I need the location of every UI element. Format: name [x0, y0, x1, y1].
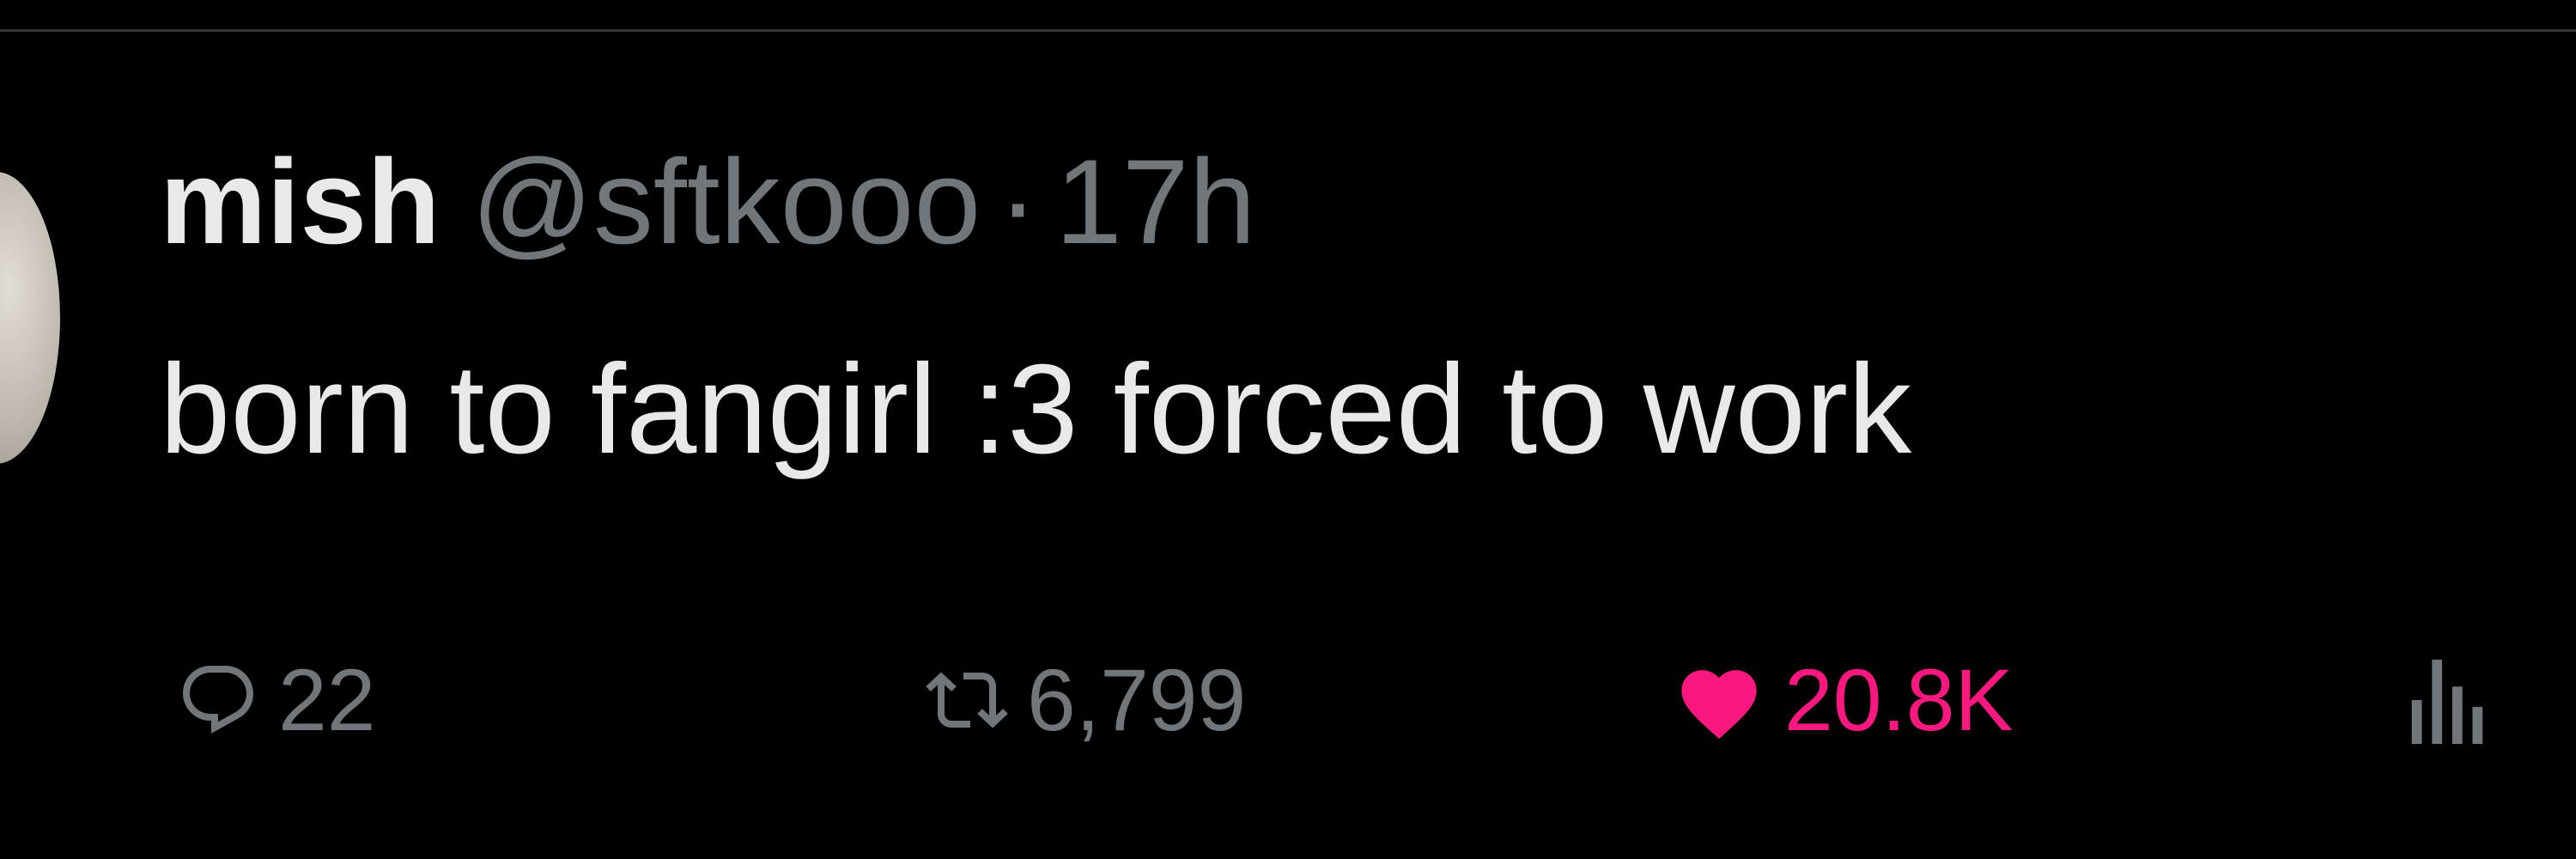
retweet-button[interactable]: 6,799 [919, 636, 1246, 765]
user-handle[interactable]: @sftkooo [471, 142, 981, 262]
avatar[interactable] [0, 172, 60, 464]
header-separator: · [998, 134, 1038, 269]
tweet-actions: 22 6,799 20.8K [0, 636, 2576, 765]
top-divider [0, 29, 2576, 32]
tweet-text: born to fangirl :3 forced to work [160, 338, 1912, 480]
tweet-header: mish @sftkooo · 17h [160, 129, 1255, 275]
tweet-timestamp[interactable]: 17h [1055, 142, 1256, 262]
like-button[interactable]: 20.8K [1673, 636, 2014, 765]
retweet-arrows-icon [919, 659, 1015, 741]
bar-chart-icon [2404, 653, 2487, 747]
heart-icon [1673, 659, 1765, 741]
retweet-count: 6,799 [1027, 651, 1247, 749]
like-count: 20.8K [1784, 651, 2014, 749]
reply-button[interactable]: 22 [177, 636, 375, 765]
display-name[interactable]: mish [160, 142, 440, 262]
speech-bubble-icon [177, 659, 259, 741]
reply-count: 22 [278, 651, 376, 749]
views-button[interactable] [2404, 636, 2487, 765]
